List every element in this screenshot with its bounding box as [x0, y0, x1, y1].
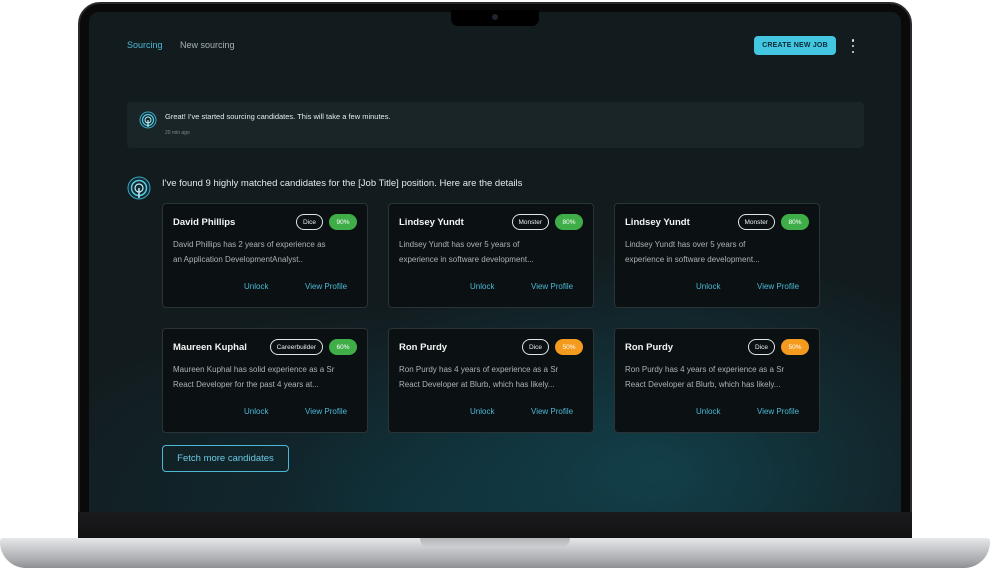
candidate-name: Lindsey Yundt: [399, 217, 464, 228]
nav-new-sourcing[interactable]: New sourcing: [180, 40, 235, 50]
app-screen: Sourcing New sourcing CREATE NEW JOB Gre…: [89, 12, 901, 512]
camera-icon: [492, 14, 498, 20]
candidate-summary: Maureen Kuphal has solid experience as a…: [173, 363, 361, 392]
candidate-name: Ron Purdy: [399, 342, 448, 353]
unlock-link[interactable]: Unlock: [696, 407, 720, 416]
fetch-more-candidates-button[interactable]: Fetch more candidates: [162, 445, 289, 472]
view-profile-link[interactable]: View Profile: [305, 282, 347, 291]
candidate-summary: Ron Purdy has 4 years of experience as a…: [399, 363, 587, 392]
match-badge: 90%: [329, 214, 357, 230]
assistant-avatar-icon: [127, 176, 151, 200]
summary-line: an Application DevelopmentAnalyst..: [173, 254, 303, 264]
assistant-avatar-icon: [139, 111, 157, 129]
candidate-summary: Lindsey Yundt has over 5 years of experi…: [399, 238, 587, 267]
match-badge: 60%: [329, 339, 357, 355]
candidate-summary: Ron Purdy has 4 years of experience as a…: [625, 363, 813, 392]
summary-line: Lindsey Yundt has over 5 years of: [625, 240, 746, 249]
summary-line: Lindsey Yundt has over 5 years of: [399, 240, 520, 249]
summary-line: Ron Purdy has 4 years of experience as a…: [625, 365, 785, 374]
create-new-job-button[interactable]: CREATE NEW JOB: [754, 36, 836, 55]
unlock-link[interactable]: Unlock: [244, 282, 268, 291]
view-profile-link[interactable]: View Profile: [531, 282, 573, 291]
match-badge: 50%: [555, 339, 583, 355]
view-profile-link[interactable]: View Profile: [305, 407, 347, 416]
summary-line: experience in software development...: [399, 254, 534, 264]
source-tag: Monster: [737, 214, 775, 230]
match-badge: 50%: [781, 339, 809, 355]
source-tag: Monster: [511, 214, 549, 230]
unlock-link[interactable]: Unlock: [244, 407, 268, 416]
source-tag: Dice: [521, 339, 549, 355]
candidate-summary: David Phillips has 2 years of experience…: [173, 238, 361, 267]
source-tag: Careerbuilder: [269, 339, 323, 355]
camera-notch: [451, 10, 539, 26]
summary-line: React Developer at Blurb, which has like…: [625, 379, 781, 389]
summary-line: React Developer at Blurb, which has like…: [399, 379, 555, 389]
message-timestamp: 20 min ago: [165, 130, 190, 136]
candidate-summary: Lindsey Yundt has over 5 years of experi…: [625, 238, 813, 267]
candidate-card: Maureen Kuphal Careerbuilder 60% Maureen…: [162, 328, 368, 433]
kebab-menu-icon[interactable]: [849, 39, 857, 53]
laptop-base-notch: [420, 538, 570, 548]
message-text: I've found 9 highly matched candidates f…: [162, 178, 523, 189]
candidate-name: Lindsey Yundt: [625, 217, 690, 228]
view-profile-link[interactable]: View Profile: [531, 407, 573, 416]
match-badge: 80%: [781, 214, 809, 230]
laptop-chin: [78, 512, 912, 540]
summary-line: experience in software development...: [625, 254, 760, 264]
assistant-message-status: Great! I've started sourcing candidates.…: [127, 102, 864, 148]
source-tag: Dice: [747, 339, 775, 355]
source-tag: Dice: [295, 214, 323, 230]
candidate-card: Lindsey Yundt Monster 80% Lindsey Yundt …: [388, 203, 594, 308]
view-profile-link[interactable]: View Profile: [757, 282, 799, 291]
summary-line: React Developer for the past 4 years at.…: [173, 379, 319, 389]
view-profile-link[interactable]: View Profile: [757, 407, 799, 416]
candidate-card: David Phillips Dice 90% David Phillips h…: [162, 203, 368, 308]
summary-line: Ron Purdy has 4 years of experience as a…: [399, 365, 559, 374]
nav-sourcing[interactable]: Sourcing: [127, 40, 163, 50]
unlock-link[interactable]: Unlock: [470, 407, 494, 416]
message-text: Great! I've started sourcing candidates.…: [165, 112, 391, 121]
unlock-link[interactable]: Unlock: [696, 282, 720, 291]
summary-line: David Phillips has 2 years of experience…: [173, 240, 326, 249]
candidate-name: David Phillips: [173, 217, 236, 228]
summary-line: Maureen Kuphal has solid experience as a…: [173, 365, 335, 374]
candidate-card: Ron Purdy Dice 50% Ron Purdy has 4 years…: [614, 328, 820, 433]
unlock-link[interactable]: Unlock: [470, 282, 494, 291]
candidate-name: Maureen Kuphal: [173, 342, 247, 353]
candidate-card: Lindsey Yundt Monster 80% Lindsey Yundt …: [614, 203, 820, 308]
match-badge: 80%: [555, 214, 583, 230]
candidate-card: Ron Purdy Dice 50% Ron Purdy has 4 years…: [388, 328, 594, 433]
candidate-name: Ron Purdy: [625, 342, 674, 353]
